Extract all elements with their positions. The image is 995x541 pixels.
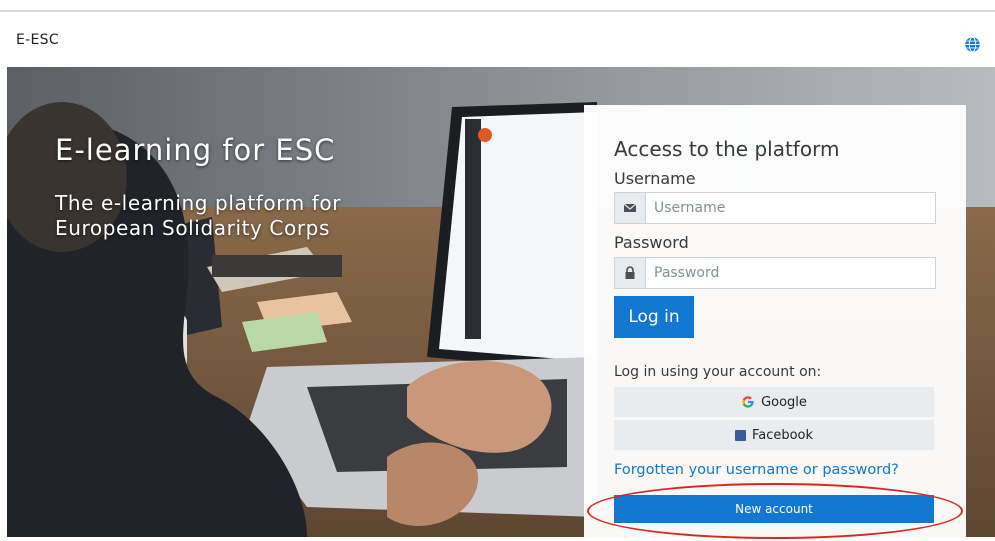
new-account-button[interactable]: New account <box>614 495 934 523</box>
navbar: E-ESC <box>0 12 995 66</box>
facebook-login-button[interactable]: Facebook <box>614 420 934 450</box>
username-input[interactable] <box>646 193 936 223</box>
password-input[interactable] <box>646 258 936 288</box>
password-group <box>614 257 936 289</box>
google-label: Google <box>761 394 807 410</box>
login-panel: Access to the platform Username Password… <box>584 105 966 541</box>
hero-subtitle: The e-learning platform for European Sol… <box>55 191 342 240</box>
google-login-button[interactable]: Google <box>614 387 934 417</box>
username-group <box>614 192 936 224</box>
facebook-icon <box>734 429 746 441</box>
envelope-icon <box>615 193 646 223</box>
site-brand[interactable]: E-ESC <box>16 32 59 48</box>
sso-label: Log in using your account on: <box>614 364 822 380</box>
password-label: Password <box>614 233 689 252</box>
lock-icon <box>615 258 646 288</box>
facebook-label: Facebook <box>751 427 814 443</box>
forgot-password-link[interactable]: Forgotten your username or password? <box>614 462 899 478</box>
google-icon <box>742 396 754 408</box>
hero-title: E-learning for ESC <box>55 133 336 167</box>
login-button[interactable]: Log in <box>614 296 694 338</box>
username-label: Username <box>614 169 696 188</box>
globe-icon[interactable] <box>964 36 981 53</box>
login-title: Access to the platform <box>614 137 840 161</box>
